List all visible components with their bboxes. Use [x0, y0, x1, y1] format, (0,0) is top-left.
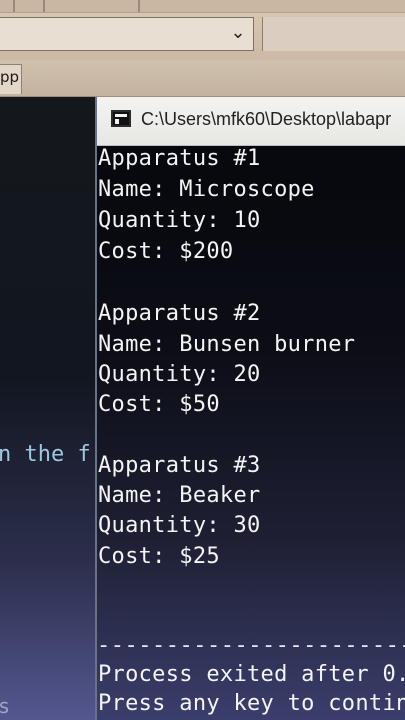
console-window[interactable]: C:\Users\mfk60\Desktop\labapr Apparatus …	[95, 97, 405, 720]
ide-menu-strip	[0, 0, 405, 13]
code-line-fragment-bottom: s	[0, 694, 11, 718]
apparatus-header: Apparatus #1	[98, 146, 261, 171]
apparatus-header: Apparatus #3	[98, 453, 261, 478]
output-separator: --------------------------------	[97, 633, 405, 658]
apparatus-quantity: Quantity: 30	[98, 513, 261, 538]
console-icon	[111, 110, 131, 127]
screen: ⌄ pp n the f s C:\Users\mfk60\Desktop\la…	[0, 0, 405, 720]
apparatus-name: Name: Beaker	[98, 483, 261, 508]
ide-toolbar: ⌄	[0, 0, 405, 60]
apparatus-quantity: Quantity: 20	[98, 362, 261, 387]
apparatus-quantity: Quantity: 10	[98, 208, 261, 233]
chevron-down-icon[interactable]: ⌄	[229, 24, 247, 42]
toolbar-divider	[138, 0, 140, 12]
console-title: C:\Users\mfk60\Desktop\labapr	[141, 109, 392, 129]
apparatus-cost: Cost: $50	[98, 392, 220, 417]
apparatus-name: Name: Bunsen burner	[98, 332, 356, 357]
apparatus-cost: Cost: $25	[98, 544, 220, 569]
process-exit-message: Process exited after 0.	[98, 662, 405, 687]
apparatus-name: Name: Microscope	[98, 177, 315, 202]
ide-tab-bar: pp	[0, 60, 405, 97]
press-key-prompt: Press any key to contin	[98, 691, 405, 716]
editor-tab-label[interactable]: pp	[0, 68, 19, 86]
console-title-bar[interactable]: C:\Users\mfk60\Desktop\labapr	[97, 97, 405, 146]
toolbar-divider	[13, 0, 15, 12]
apparatus-cost: Cost: $200	[98, 239, 234, 264]
symbol-dropdown[interactable]	[262, 17, 405, 51]
apparatus-header: Apparatus #2	[98, 301, 261, 326]
toolbar-divider	[43, 0, 45, 12]
code-editor[interactable]	[0, 97, 100, 720]
scope-dropdown[interactable]: ⌄	[0, 17, 254, 51]
code-line-fragment: n the f	[0, 442, 91, 467]
